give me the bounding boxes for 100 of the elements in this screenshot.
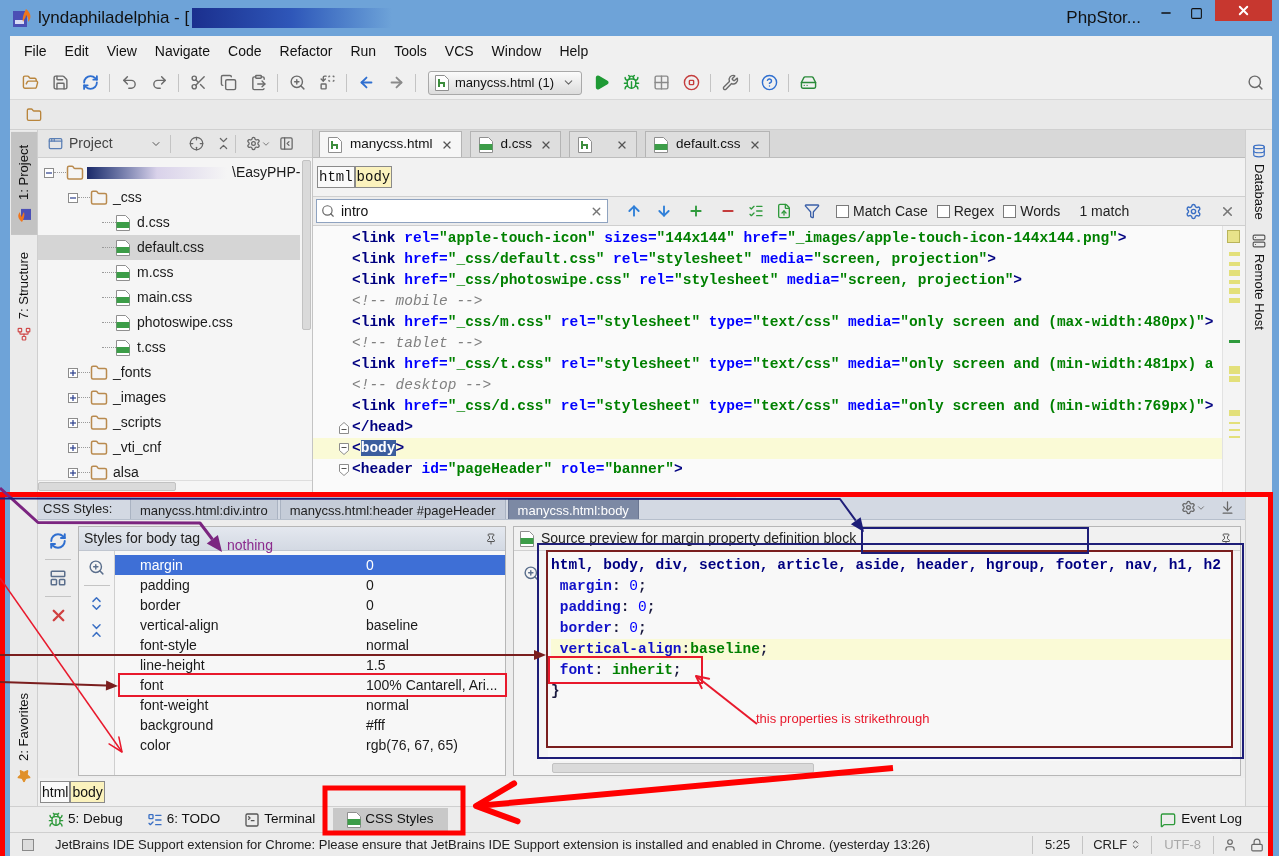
lock-icon[interactable] xyxy=(1250,837,1264,852)
menu-item[interactable]: File xyxy=(20,39,51,63)
panel-tab[interactable]: manycss.html:header #pageHeader xyxy=(279,498,506,519)
tool-window-button[interactable]: 6: TODO xyxy=(140,807,227,832)
save-icon[interactable] xyxy=(51,74,69,91)
redo-icon[interactable] xyxy=(150,74,168,91)
property-row[interactable]: margin 0 xyxy=(115,555,505,575)
breadcrumb[interactable]: body xyxy=(70,781,105,803)
hide-panel-icon[interactable] xyxy=(279,136,294,151)
undo-icon[interactable] xyxy=(120,74,138,91)
menu-item[interactable]: Tools xyxy=(390,39,431,63)
export-icon[interactable] xyxy=(776,203,792,219)
tree-item[interactable]: m.css xyxy=(38,260,300,285)
checkbox[interactable] xyxy=(1003,204,1017,218)
fold-icon[interactable] xyxy=(339,463,349,476)
tree-item[interactable]: t.css xyxy=(38,335,300,360)
plus-icon[interactable] xyxy=(688,203,704,219)
hide-panel-icon[interactable] xyxy=(1220,500,1235,515)
collapse-icon[interactable] xyxy=(44,167,54,178)
checkbox[interactable] xyxy=(936,204,950,218)
run-configuration-dropdown[interactable]: manycss.html (1) xyxy=(428,70,582,95)
drive-icon[interactable] xyxy=(799,74,817,91)
tree-item[interactable]: _fonts xyxy=(38,360,300,385)
grid-icon[interactable] xyxy=(652,74,670,91)
tree-item[interactable]: _css xyxy=(38,185,300,210)
crosshair-icon[interactable] xyxy=(189,136,204,151)
tree-item[interactable]: default.css xyxy=(38,235,300,260)
menu-item[interactable]: Navigate xyxy=(150,39,215,63)
arrow-down-icon[interactable] xyxy=(656,203,672,219)
menu-item[interactable]: View xyxy=(102,39,141,63)
paste-icon[interactable] xyxy=(249,74,267,91)
tool-window-button[interactable]: CSS Styles xyxy=(333,807,448,832)
settings-icon[interactable] xyxy=(246,136,261,151)
tree-item[interactable]: _vti_cnf xyxy=(38,435,300,460)
layout-icon[interactable] xyxy=(49,569,67,587)
menu-item[interactable]: Code xyxy=(224,39,266,63)
search-icon[interactable] xyxy=(1246,74,1264,91)
tree-item[interactable]: photoswipe.css xyxy=(38,310,300,335)
menu-item[interactable]: VCS xyxy=(440,39,478,63)
tree-item[interactable]: main.css xyxy=(38,285,300,310)
search-field[interactable]: intro xyxy=(316,199,608,223)
fold-icon[interactable] xyxy=(339,421,349,434)
menu-item[interactable]: Window xyxy=(487,39,546,63)
tree-item[interactable]: alsa xyxy=(38,460,300,480)
settings-icon[interactable] xyxy=(1185,202,1202,220)
editor-tab[interactable] xyxy=(569,131,638,157)
tool-window-button[interactable]: Terminal xyxy=(238,807,322,832)
breadcrumb[interactable]: html xyxy=(317,166,355,188)
property-row[interactable]: background #fff xyxy=(115,715,505,735)
close-button[interactable] xyxy=(1215,0,1272,21)
pin-icon[interactable] xyxy=(485,532,497,545)
expand-icon[interactable] xyxy=(68,417,78,428)
property-row[interactable]: color rgb(76, 67, 65) xyxy=(115,735,505,755)
panel-tab[interactable]: manycss.html:body xyxy=(507,498,639,519)
checklist-icon[interactable] xyxy=(748,203,764,219)
menu-item[interactable]: Run xyxy=(346,39,381,63)
event-log-button[interactable]: Event Log xyxy=(1160,807,1242,832)
breadcrumb[interactable]: html xyxy=(40,781,71,803)
property-row[interactable]: font-style normal xyxy=(115,635,505,655)
folder-icon[interactable] xyxy=(26,106,42,123)
expand-icon[interactable] xyxy=(68,392,78,403)
filter-icon[interactable] xyxy=(804,203,820,219)
tool-window-tab[interactable]: Remote Host xyxy=(1247,233,1271,330)
property-row[interactable]: vertical-align baseline xyxy=(115,615,505,635)
breadcrumb[interactable]: body xyxy=(354,166,393,188)
replace-icon[interactable] xyxy=(318,74,336,91)
sync-icon[interactable] xyxy=(81,74,99,91)
panel-tab[interactable]: manycss.html:div.intro xyxy=(130,498,278,519)
expand-icon[interactable] xyxy=(68,367,78,378)
stop-icon[interactable] xyxy=(682,74,700,91)
property-row[interactable]: font 100% Cantarell, Ari... xyxy=(115,675,505,695)
tool-window-tab[interactable]: 2: Favorites xyxy=(10,680,37,796)
tool-window-tab[interactable]: 7: Structure xyxy=(10,238,37,355)
checkbox-icon[interactable] xyxy=(22,838,34,851)
settings-icon[interactable] xyxy=(1181,500,1196,515)
property-row[interactable]: line-height 1.5 xyxy=(115,655,505,675)
property-row[interactable]: border 0 xyxy=(115,595,505,615)
line-separator-button[interactable]: CRLF xyxy=(1093,834,1142,855)
tree-item[interactable]: \EasyPHP- xyxy=(38,160,300,185)
tool-window-tab[interactable]: Database xyxy=(1247,144,1271,220)
scrollbar[interactable] xyxy=(301,160,311,330)
fold-icon[interactable] xyxy=(339,442,349,455)
arrow-up-icon[interactable] xyxy=(626,203,642,219)
menu-item[interactable]: Refactor xyxy=(275,39,337,63)
editor-tab[interactable]: default.css xyxy=(645,131,770,157)
wrench-icon[interactable] xyxy=(721,74,739,91)
scissors-icon[interactable] xyxy=(189,74,207,91)
user-icon[interactable] xyxy=(1223,837,1237,852)
checkbox[interactable] xyxy=(836,204,849,218)
menu-item[interactable]: Edit xyxy=(60,39,93,63)
expand-icon[interactable] xyxy=(68,442,78,453)
search-option[interactable]: Match Case xyxy=(836,200,928,222)
tree-item[interactable]: d.css xyxy=(38,210,300,235)
editor-tab[interactable]: manycss.html xyxy=(319,131,462,157)
tree-item[interactable]: _images xyxy=(38,385,300,410)
sync-icon[interactable] xyxy=(49,532,67,550)
tool-window-button[interactable]: 5: Debug xyxy=(42,807,129,832)
expand-icon[interactable] xyxy=(68,467,78,478)
property-row[interactable]: font-weight normal xyxy=(115,695,505,715)
bug-icon[interactable] xyxy=(622,74,640,91)
